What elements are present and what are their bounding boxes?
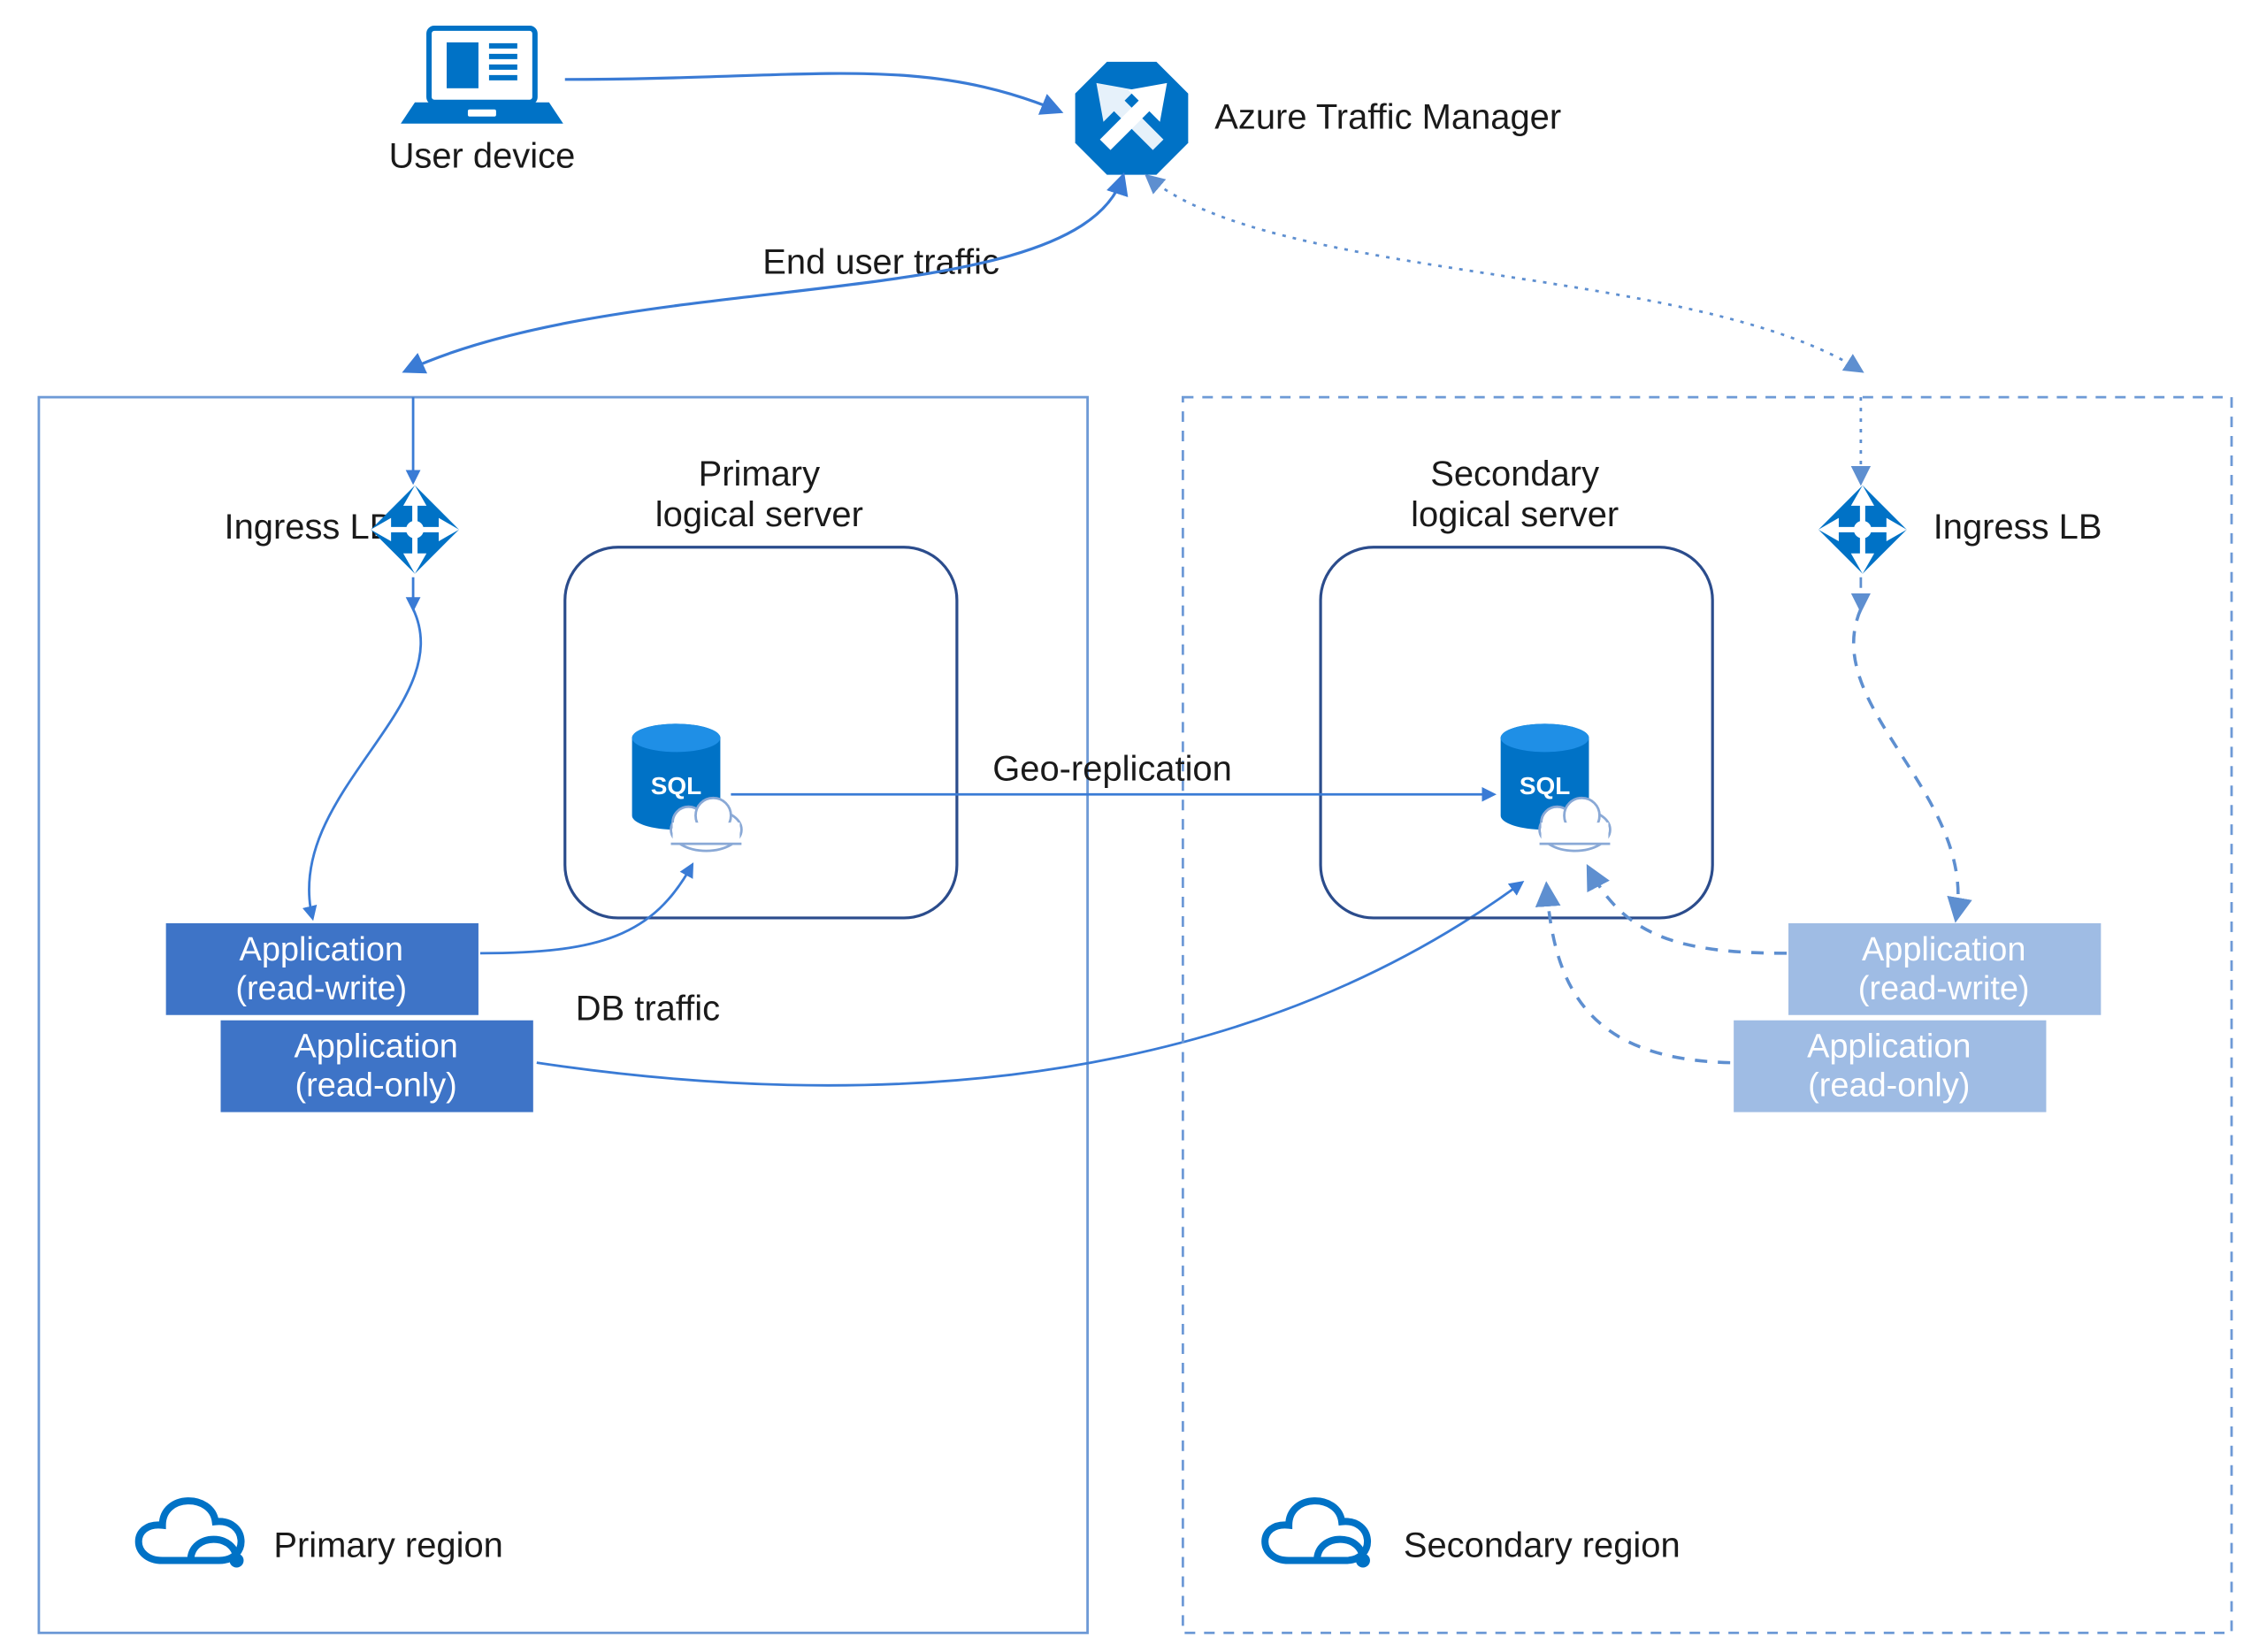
primary-region-label: Primary region <box>273 1526 502 1565</box>
svg-text:SQL: SQL <box>1520 772 1570 799</box>
edge-tm-to-secondary-lb <box>1147 177 1860 371</box>
secondary-ingress-lb-label: Ingress LB <box>1933 508 2102 547</box>
edge-primary-lb-to-app <box>309 609 420 918</box>
primary-logical-server-label-1: Primary <box>699 455 820 493</box>
end-user-traffic-label: End user traffic <box>762 242 999 281</box>
secondary-sql-db-icon: SQL <box>1501 723 1611 851</box>
primary-region-cloud-icon <box>139 1501 244 1567</box>
user-device-icon <box>401 28 563 124</box>
edge-user-to-tm <box>565 73 1060 111</box>
svg-text:SQL: SQL <box>651 772 701 799</box>
secondary-region-label: Secondary region <box>1404 1526 1681 1565</box>
primary-sql-db-icon: SQL <box>632 723 742 851</box>
primary-app-rw-line2: (read-write) <box>235 970 407 1007</box>
primary-ingress-lb-icon <box>371 486 459 574</box>
user-device-label: User device <box>389 137 576 176</box>
edge-secondary-app-ro-to-sql <box>1547 886 1731 1063</box>
primary-app-rw-line1: Application <box>240 931 403 968</box>
traffic-manager-icon <box>1076 62 1189 175</box>
secondary-ingress-lb-icon <box>1818 486 1907 574</box>
secondary-logical-server-label-2: logical server <box>1411 495 1619 534</box>
primary-ingress-lb-label: Ingress LB <box>225 508 394 547</box>
secondary-app-ro-line2: (read-only) <box>1808 1067 1970 1105</box>
secondary-app-rw-line2: (read-write) <box>1858 970 2030 1007</box>
secondary-app-rw-line1: Application <box>1862 931 2025 968</box>
primary-region-box <box>39 397 1088 1633</box>
secondary-region-box <box>1183 397 2232 1633</box>
primary-app-ro-line1: Application <box>294 1029 457 1066</box>
primary-app-ro-line2: (read-only) <box>295 1067 457 1105</box>
primary-logical-server-box <box>565 547 957 918</box>
secondary-region-cloud-icon <box>1265 1501 1370 1567</box>
geo-replication-label: Geo-replication <box>992 749 1232 788</box>
edge-app-ro-to-secondary-sql <box>537 883 1522 1085</box>
db-traffic-label: DB traffic <box>576 990 720 1029</box>
secondary-logical-server-label-1: Secondary <box>1430 455 1599 493</box>
traffic-manager-label: Azure Traffic Manager <box>1214 98 1561 137</box>
architecture-diagram: User device Azure Traffic Manager End us… <box>0 0 2251 1652</box>
secondary-app-ro-line1: Application <box>1807 1029 1971 1066</box>
edge-secondary-lb-to-app <box>1854 609 1958 918</box>
primary-logical-server-label-2: logical server <box>655 495 863 534</box>
